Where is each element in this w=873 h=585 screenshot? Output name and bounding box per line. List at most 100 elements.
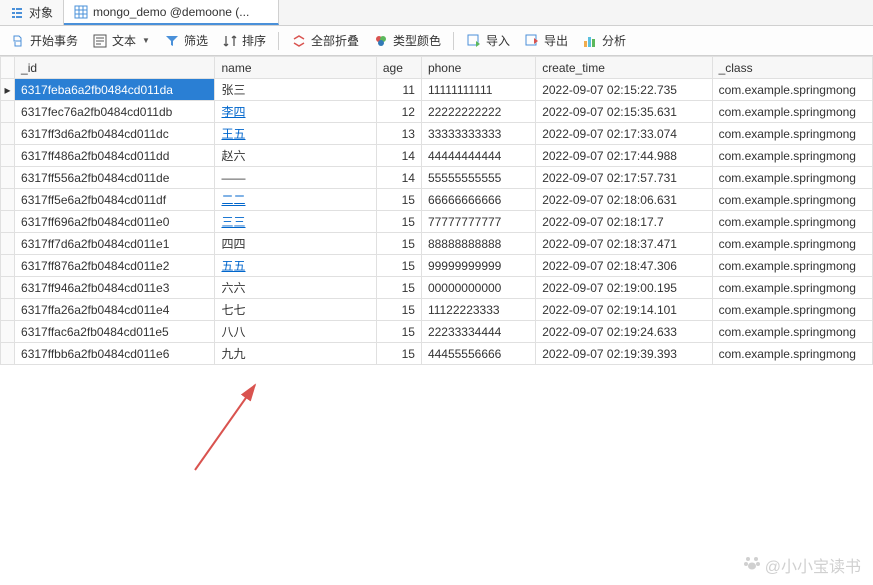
column-header[interactable]: age [376, 57, 421, 79]
cell-create_time[interactable]: 2022-09-07 02:19:39.393 [536, 343, 712, 365]
cell-create_time[interactable]: 2022-09-07 02:17:57.731 [536, 167, 712, 189]
cell-create_time[interactable]: 2022-09-07 02:15:22.735 [536, 79, 712, 101]
text-button[interactable]: 文本 ▼ [86, 29, 156, 52]
type-color-button[interactable]: 类型颜色 [367, 29, 447, 52]
table-row[interactable]: 6317ffac6a2fb0484cd011e5八八15222333344442… [1, 321, 873, 343]
cell-class[interactable]: com.example.springmong [712, 145, 872, 167]
cell-name[interactable]: 王五 [215, 123, 376, 145]
cell-name[interactable]: 四四 [215, 233, 376, 255]
import-button[interactable]: 导入 [460, 29, 516, 52]
cell-name[interactable]: 七七 [215, 299, 376, 321]
cell-name[interactable]: —— [215, 167, 376, 189]
cell-id[interactable]: 6317ff556a2fb0484cd011de [15, 167, 215, 189]
cell-class[interactable]: com.example.springmong [712, 79, 872, 101]
cell-create_time[interactable]: 2022-09-07 02:18:06.631 [536, 189, 712, 211]
cell-phone[interactable]: 99999999999 [421, 255, 535, 277]
cell-create_time[interactable]: 2022-09-07 02:18:37.471 [536, 233, 712, 255]
cell-id[interactable]: 6317fec76a2fb0484cd011db [15, 101, 215, 123]
export-button[interactable]: 导出 [518, 29, 574, 52]
table-row[interactable]: 6317ffbb6a2fb0484cd011e6九九15444555566662… [1, 343, 873, 365]
cell-id[interactable]: 6317ffa26a2fb0484cd011e4 [15, 299, 215, 321]
cell-phone[interactable]: 11122223333 [421, 299, 535, 321]
table-row[interactable]: 6317ff876a2fb0484cd011e2五五15999999999992… [1, 255, 873, 277]
cell-id[interactable]: 6317ff876a2fb0484cd011e2 [15, 255, 215, 277]
cell-create_time[interactable]: 2022-09-07 02:18:17.7 [536, 211, 712, 233]
cell-create_time[interactable]: 2022-09-07 02:19:24.633 [536, 321, 712, 343]
cell-name[interactable]: 李四 [215, 101, 376, 123]
cell-id[interactable]: 6317ffbb6a2fb0484cd011e6 [15, 343, 215, 365]
cell-class[interactable]: com.example.springmong [712, 277, 872, 299]
cell-age[interactable]: 15 [376, 255, 421, 277]
cell-create_time[interactable]: 2022-09-07 02:17:44.988 [536, 145, 712, 167]
column-header[interactable]: _id [15, 57, 215, 79]
cell-phone[interactable]: 88888888888 [421, 233, 535, 255]
column-header[interactable]: _class [712, 57, 872, 79]
cell-name[interactable]: 八八 [215, 321, 376, 343]
table-row[interactable]: 6317fec76a2fb0484cd011db李四12222222222222… [1, 101, 873, 123]
cell-name[interactable]: 张三 [215, 79, 376, 101]
cell-id[interactable]: 6317ff946a2fb0484cd011e3 [15, 277, 215, 299]
cell-create_time[interactable]: 2022-09-07 02:19:14.101 [536, 299, 712, 321]
cell-age[interactable]: 14 [376, 167, 421, 189]
table-row[interactable]: 6317ff7d6a2fb0484cd011e1四四15888888888882… [1, 233, 873, 255]
sort-button[interactable]: 排序 [216, 29, 272, 52]
cell-id[interactable]: 6317ff696a2fb0484cd011e0 [15, 211, 215, 233]
table-row[interactable]: 6317ff556a2fb0484cd011de——14555555555552… [1, 167, 873, 189]
collapse-all-button[interactable]: 全部折叠 [285, 29, 365, 52]
cell-create_time[interactable]: 2022-09-07 02:15:35.631 [536, 101, 712, 123]
cell-create_time[interactable]: 2022-09-07 02:18:47.306 [536, 255, 712, 277]
cell-age[interactable]: 14 [376, 145, 421, 167]
cell-phone[interactable]: 44444444444 [421, 145, 535, 167]
cell-age[interactable]: 15 [376, 343, 421, 365]
table-row[interactable]: 6317ff5e6a2fb0484cd011df二二15666666666662… [1, 189, 873, 211]
cell-phone[interactable]: 22222222222 [421, 101, 535, 123]
table-row[interactable]: ▸6317feba6a2fb0484cd011da张三1111111111111… [1, 79, 873, 101]
tab-table[interactable]: mongo_demo @demoone (... [64, 0, 279, 25]
cell-name[interactable]: 九九 [215, 343, 376, 365]
cell-id[interactable]: 6317ff3d6a2fb0484cd011dc [15, 123, 215, 145]
cell-phone[interactable]: 55555555555 [421, 167, 535, 189]
table-row[interactable]: 6317ff696a2fb0484cd011e0三三15777777777772… [1, 211, 873, 233]
cell-age[interactable]: 12 [376, 101, 421, 123]
cell-id[interactable]: 6317ff486a2fb0484cd011dd [15, 145, 215, 167]
cell-age[interactable]: 15 [376, 277, 421, 299]
cell-phone[interactable]: 44455556666 [421, 343, 535, 365]
cell-id[interactable]: 6317ff7d6a2fb0484cd011e1 [15, 233, 215, 255]
cell-id[interactable]: 6317ff5e6a2fb0484cd011df [15, 189, 215, 211]
cell-name[interactable]: 二二 [215, 189, 376, 211]
cell-id[interactable]: 6317ffac6a2fb0484cd011e5 [15, 321, 215, 343]
table-row[interactable]: 6317ff486a2fb0484cd011dd赵六14444444444442… [1, 145, 873, 167]
cell-phone[interactable]: 00000000000 [421, 277, 535, 299]
column-header[interactable]: name [215, 57, 376, 79]
cell-class[interactable]: com.example.springmong [712, 101, 872, 123]
cell-age[interactable]: 11 [376, 79, 421, 101]
cell-age[interactable]: 13 [376, 123, 421, 145]
column-header[interactable]: create_time [536, 57, 712, 79]
cell-class[interactable]: com.example.springmong [712, 233, 872, 255]
cell-create_time[interactable]: 2022-09-07 02:19:00.195 [536, 277, 712, 299]
cell-phone[interactable]: 66666666666 [421, 189, 535, 211]
filter-button[interactable]: 筛选 [158, 29, 214, 52]
cell-class[interactable]: com.example.springmong [712, 123, 872, 145]
analyze-button[interactable]: 分析 [576, 29, 632, 52]
cell-name[interactable]: 三三 [215, 211, 376, 233]
cell-class[interactable]: com.example.springmong [712, 255, 872, 277]
cell-age[interactable]: 15 [376, 211, 421, 233]
cell-class[interactable]: com.example.springmong [712, 321, 872, 343]
start-transaction-button[interactable]: 开始事务 [4, 29, 84, 52]
tab-objects[interactable]: 对象 [0, 0, 64, 25]
cell-class[interactable]: com.example.springmong [712, 211, 872, 233]
cell-class[interactable]: com.example.springmong [712, 299, 872, 321]
cell-phone[interactable]: 11111111111 [421, 79, 535, 101]
cell-name[interactable]: 六六 [215, 277, 376, 299]
table-row[interactable]: 6317ff946a2fb0484cd011e3六六15000000000002… [1, 277, 873, 299]
cell-age[interactable]: 15 [376, 299, 421, 321]
column-header[interactable]: phone [421, 57, 535, 79]
cell-name[interactable]: 五五 [215, 255, 376, 277]
cell-name[interactable]: 赵六 [215, 145, 376, 167]
table-row[interactable]: 6317ffa26a2fb0484cd011e4七七15111222233332… [1, 299, 873, 321]
close-icon[interactable] [254, 5, 268, 19]
cell-create_time[interactable]: 2022-09-07 02:17:33.074 [536, 123, 712, 145]
cell-age[interactable]: 15 [376, 233, 421, 255]
cell-age[interactable]: 15 [376, 321, 421, 343]
